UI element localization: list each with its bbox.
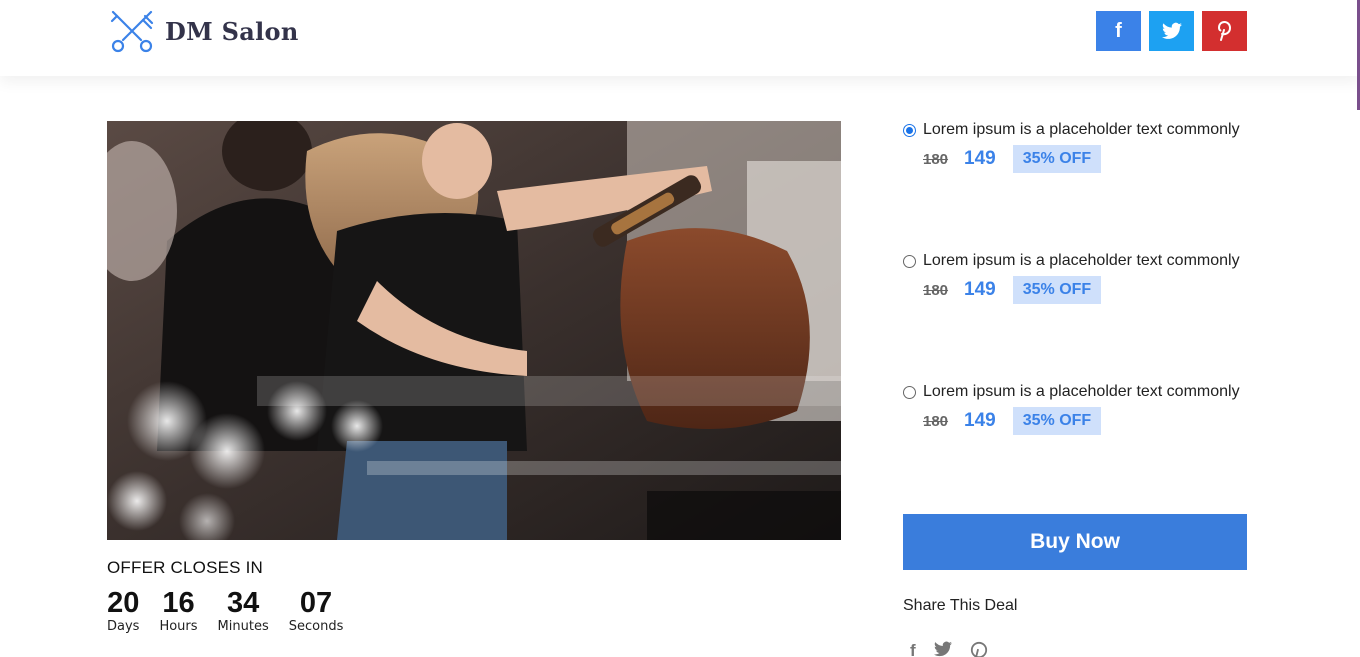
logo[interactable]: DM Salon (107, 6, 299, 56)
deal-options: Lorem ipsum is a placeholder text common… (903, 121, 1247, 514)
hero-image (107, 121, 841, 540)
share-icons: f (910, 641, 988, 657)
countdown-value: 16 (162, 587, 195, 619)
pinterest-icon[interactable] (970, 641, 988, 657)
facebook-button[interactable]: f (1096, 11, 1141, 51)
option-row: Lorem ipsum is a placeholder text common… (903, 121, 1247, 139)
new-price: 149 (964, 279, 996, 300)
header-social-links: f (1096, 11, 1247, 51)
deal-option-3[interactable]: Lorem ipsum is a placeholder text common… (903, 383, 1247, 514)
site-header: DM Salon f (0, 0, 1360, 76)
old-price: 180 (923, 412, 949, 430)
radio-button[interactable] (903, 123, 916, 137)
deal-option-1[interactable]: Lorem ipsum is a placeholder text common… (903, 121, 1247, 252)
option-row: Lorem ipsum is a placeholder text common… (903, 383, 1247, 401)
facebook-icon[interactable]: f (910, 641, 916, 657)
countdown-label: Seconds (288, 619, 344, 634)
scissors-comb-icon (110, 10, 154, 53)
radio-button[interactable] (903, 254, 916, 268)
countdown-hours: 16 Hours (159, 588, 197, 634)
old-price: 180 (923, 281, 949, 299)
option-text: Lorem ipsum is a placeholder text common… (923, 121, 1240, 138)
discount-badge: 35% OFF (1012, 276, 1102, 304)
countdown-label: Hours (159, 619, 198, 634)
share-deal-title: Share This Deal (903, 597, 1018, 614)
price-row: 180 149 35% OFF (923, 145, 1247, 173)
discount-badge: 35% OFF (1012, 145, 1102, 173)
new-price: 149 (964, 410, 996, 431)
salon-photo (107, 121, 841, 540)
price-row: 180 149 35% OFF (923, 407, 1247, 435)
pinterest-icon (1217, 21, 1231, 41)
radio-button[interactable] (903, 385, 916, 399)
option-text: Lorem ipsum is a placeholder text common… (923, 383, 1240, 400)
countdown-label: Minutes (217, 619, 269, 634)
twitter-icon[interactable] (933, 641, 952, 657)
twitter-icon (1161, 22, 1182, 39)
countdown-label: Days (107, 619, 140, 634)
twitter-button[interactable] (1149, 11, 1194, 51)
deal-option-2[interactable]: Lorem ipsum is a placeholder text common… (903, 252, 1247, 383)
facebook-icon: f (1115, 19, 1122, 42)
countdown-value: 20 (107, 587, 140, 619)
countdown-days: 20 Days (107, 588, 139, 634)
price-row: 180 149 35% OFF (923, 276, 1247, 304)
countdown-minutes: 34 Minutes (218, 588, 269, 634)
option-text: Lorem ipsum is a placeholder text common… (923, 252, 1240, 269)
discount-badge: 35% OFF (1012, 407, 1102, 435)
brand-name: DM Salon (165, 16, 299, 46)
option-row: Lorem ipsum is a placeholder text common… (903, 252, 1247, 270)
countdown-timer: 20 Days 16 Hours 34 Minutes 07 Seconds (107, 588, 363, 634)
countdown-seconds: 07 Seconds (289, 588, 344, 634)
buy-now-button[interactable]: Buy Now (903, 514, 1247, 570)
old-price: 180 (923, 150, 949, 168)
offer-closes-title: OFFER CLOSES IN (107, 558, 264, 577)
pinterest-button[interactable] (1202, 11, 1247, 51)
new-price: 149 (964, 148, 996, 169)
countdown-value: 34 (227, 587, 260, 619)
countdown-value: 07 (299, 587, 333, 619)
